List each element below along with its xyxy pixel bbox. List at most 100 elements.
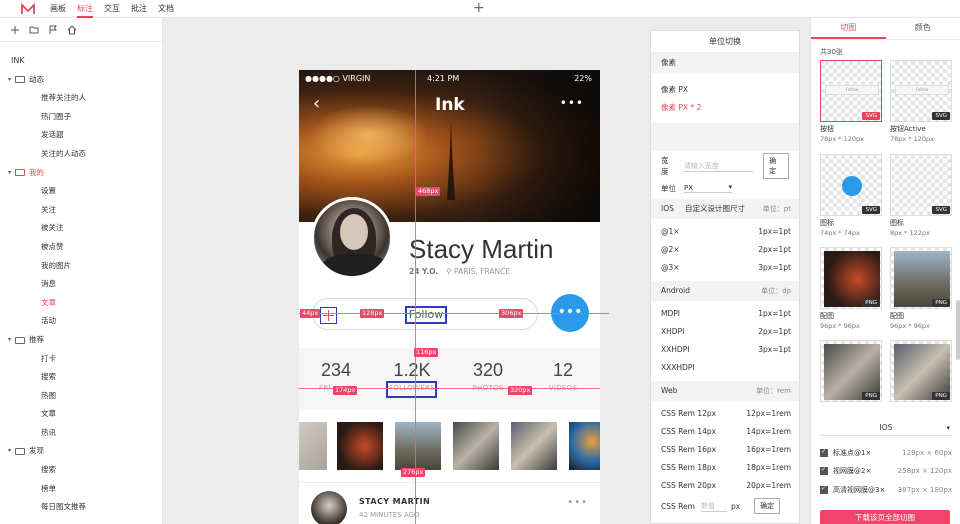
photo-thumb[interactable] <box>395 422 441 470</box>
top-bar: 画板 标注 交互 批注 文档 + <box>0 0 960 18</box>
tree-item[interactable]: 被点赞 <box>0 238 162 257</box>
photo-thumb[interactable] <box>337 422 383 470</box>
tree-group-feed[interactable]: ▾ 动态 <box>0 71 162 90</box>
left-sidebar: INK ▾ 动态 推荐关注的人 热门圈子 发话题 关注的人动态 ▾ 我的 设置 关注… <box>0 18 163 524</box>
nav-artboard[interactable]: 画板 <box>50 0 66 18</box>
tree-item[interactable]: 文章 <box>0 405 162 424</box>
back-chevron-icon[interactable]: ‹ <box>313 94 320 114</box>
android-row[interactable]: XXHDPI 3px=1pt <box>651 341 799 359</box>
photo-thumb[interactable] <box>453 422 499 470</box>
web-row[interactable]: CSS Rem 14px 14px=1rem <box>651 423 799 441</box>
export-check-3x[interactable]: 高清视网膜@3×387px × 180px <box>820 482 952 497</box>
flag-icon[interactable] <box>48 25 58 35</box>
web-row[interactable]: CSS Rem 18px 18px=1rem <box>651 459 799 477</box>
unit-option-px[interactable]: 像素 PX <box>651 81 799 99</box>
plus-icon[interactable] <box>320 307 337 324</box>
tree-root[interactable]: INK <box>0 52 162 71</box>
app-logo-icon[interactable] <box>21 3 35 15</box>
tree-item[interactable]: 热图 <box>0 387 162 406</box>
follow-label[interactable]: Follow <box>405 306 447 324</box>
android-row[interactable]: XHDPI 2px=1pt <box>651 323 799 341</box>
unit-form: 单位 PX <box>651 177 799 199</box>
web-row[interactable]: CSS Rem 20px 20px=1rem <box>651 477 799 495</box>
slice-item[interactable]: PNG <box>820 340 882 402</box>
web-row[interactable]: CSS Rem 12px 12px=1rem <box>651 405 799 423</box>
scrollbar[interactable] <box>956 300 960 360</box>
tree-item[interactable]: 发话题 <box>0 126 162 145</box>
slice-count: 共30张 <box>820 48 843 56</box>
photo-thumb[interactable] <box>569 422 600 470</box>
unit-select[interactable]: PX <box>684 183 732 193</box>
slice-item[interactable]: PNG <box>890 340 952 402</box>
tree-item[interactable]: 活动 <box>0 312 162 331</box>
tree-item[interactable]: 推荐关注的人 <box>0 89 162 108</box>
tree-item[interactable]: 被关注 <box>0 219 162 238</box>
tree-item[interactable]: 打卡 <box>0 350 162 369</box>
photo-thumb[interactable] <box>299 422 327 470</box>
slice-item[interactable]: SVG 图标 74px * 74px <box>820 154 882 237</box>
measure-label: 468px <box>416 187 441 196</box>
web-row[interactable]: CSS Rem 16px 16px=1rem <box>651 441 799 459</box>
tree-item[interactable]: 榜单 <box>0 480 162 499</box>
nav-annotate[interactable]: 标注 <box>77 0 93 18</box>
slice-item[interactable]: PNG 配图 96px * 96px <box>820 247 882 330</box>
nav-docs[interactable]: 文档 <box>158 0 174 18</box>
tree-group-discover[interactable]: ▾ 发现 <box>0 442 162 461</box>
folder-icon[interactable] <box>29 25 39 35</box>
ios-row[interactable]: @1× 1px=1pt <box>651 223 799 241</box>
sidebar-toolbar <box>0 18 162 42</box>
confirm-button[interactable]: 确定 <box>763 153 789 179</box>
rem-confirm-button[interactable]: 确定 <box>754 498 781 514</box>
download-all-button[interactable]: 下载该页全部切图 <box>820 510 950 524</box>
tree-item[interactable]: 每日图文推荐 <box>0 498 162 517</box>
tree-group-mine[interactable]: ▾ 我的 <box>0 164 162 183</box>
tree-item[interactable]: 消息 <box>0 275 162 294</box>
add-page-icon[interactable] <box>10 25 20 35</box>
tree-item[interactable]: 热门圈子 <box>0 108 162 127</box>
width-input[interactable]: 请输入宽度 <box>683 160 754 172</box>
export-check-1x[interactable]: 标准点@1×129px × 60px <box>820 445 952 460</box>
measure-label: 128px <box>360 309 385 318</box>
tab-colors[interactable]: 颜色 <box>886 18 960 39</box>
chat-bubble-icon <box>842 176 862 196</box>
android-row[interactable]: XXXHDPI <box>651 359 799 377</box>
android-row[interactable]: MDPI 1px=1pt <box>651 305 799 323</box>
slice-item[interactable]: Follow SVG 按钮Active 78px * 120px <box>890 60 952 143</box>
tree-item[interactable]: 关注的人动态 <box>0 145 162 164</box>
tree-item[interactable]: 关注 <box>0 201 162 220</box>
section-android: Android 单位：dp <box>651 281 799 301</box>
tree-item[interactable]: 搜索 <box>0 461 162 480</box>
selection-box <box>386 381 437 398</box>
tree-group-recommend[interactable]: ▾ 推荐 <box>0 331 162 350</box>
rem-input[interactable]: 数值 <box>700 500 727 512</box>
more-dots-icon[interactable]: ••• <box>567 497 588 508</box>
home-icon[interactable] <box>67 24 77 35</box>
feed-time: 42 MINUTES AGO <box>359 511 420 519</box>
more-dots-icon[interactable]: ••• <box>560 96 584 110</box>
nav-interaction[interactable]: 交互 <box>104 0 120 18</box>
slice-item[interactable]: Follow SVG 按钮 78px * 120px <box>820 60 882 143</box>
ios-row[interactable]: @2× 2px=1pt <box>651 241 799 259</box>
section-web: Web 单位：rem <box>651 381 799 401</box>
add-icon[interactable]: + <box>473 1 485 15</box>
design-canvas[interactable]: ●●●●○ VIRGIN 4:21 PM 22% ‹ Ink ••• Stacy… <box>163 18 650 524</box>
tree-item[interactable]: 搜索 <box>0 368 162 387</box>
tree-item[interactable]: 设置 <box>0 182 162 201</box>
caret-down-icon: ▾ <box>8 335 12 343</box>
slice-item[interactable]: PNG 配图 96px * 96px <box>890 247 952 330</box>
tree-item-active[interactable]: 文章 <box>0 294 162 313</box>
tab-slices[interactable]: 切图 <box>811 18 886 39</box>
tree-item[interactable]: 热讯 <box>0 424 162 443</box>
slice-item[interactable]: SVG 图标 8px * 122px <box>890 154 952 237</box>
artboard-profile[interactable]: ●●●●○ VIRGIN 4:21 PM 22% ‹ Ink ••• Stacy… <box>299 70 600 524</box>
ios-row[interactable]: @3× 3px=1pt <box>651 259 799 277</box>
tree-item[interactable]: 我的图片 <box>0 257 162 276</box>
section-ios: IOS 自定义设计图尺寸 单位：pt <box>651 199 799 219</box>
measure-label: 116px <box>414 348 439 357</box>
export-check-2x[interactable]: 视网膜@2×258px × 120px <box>820 463 952 478</box>
feed-item[interactable]: STACY MARTIN 42 MINUTES AGO ••• <box>299 482 600 524</box>
unit-option-px2[interactable]: 像素 PX * 2 <box>651 99 799 117</box>
nav-comments[interactable]: 批注 <box>131 0 147 18</box>
photo-thumb[interactable] <box>511 422 557 470</box>
platform-select[interactable]: IOS <box>820 420 952 436</box>
